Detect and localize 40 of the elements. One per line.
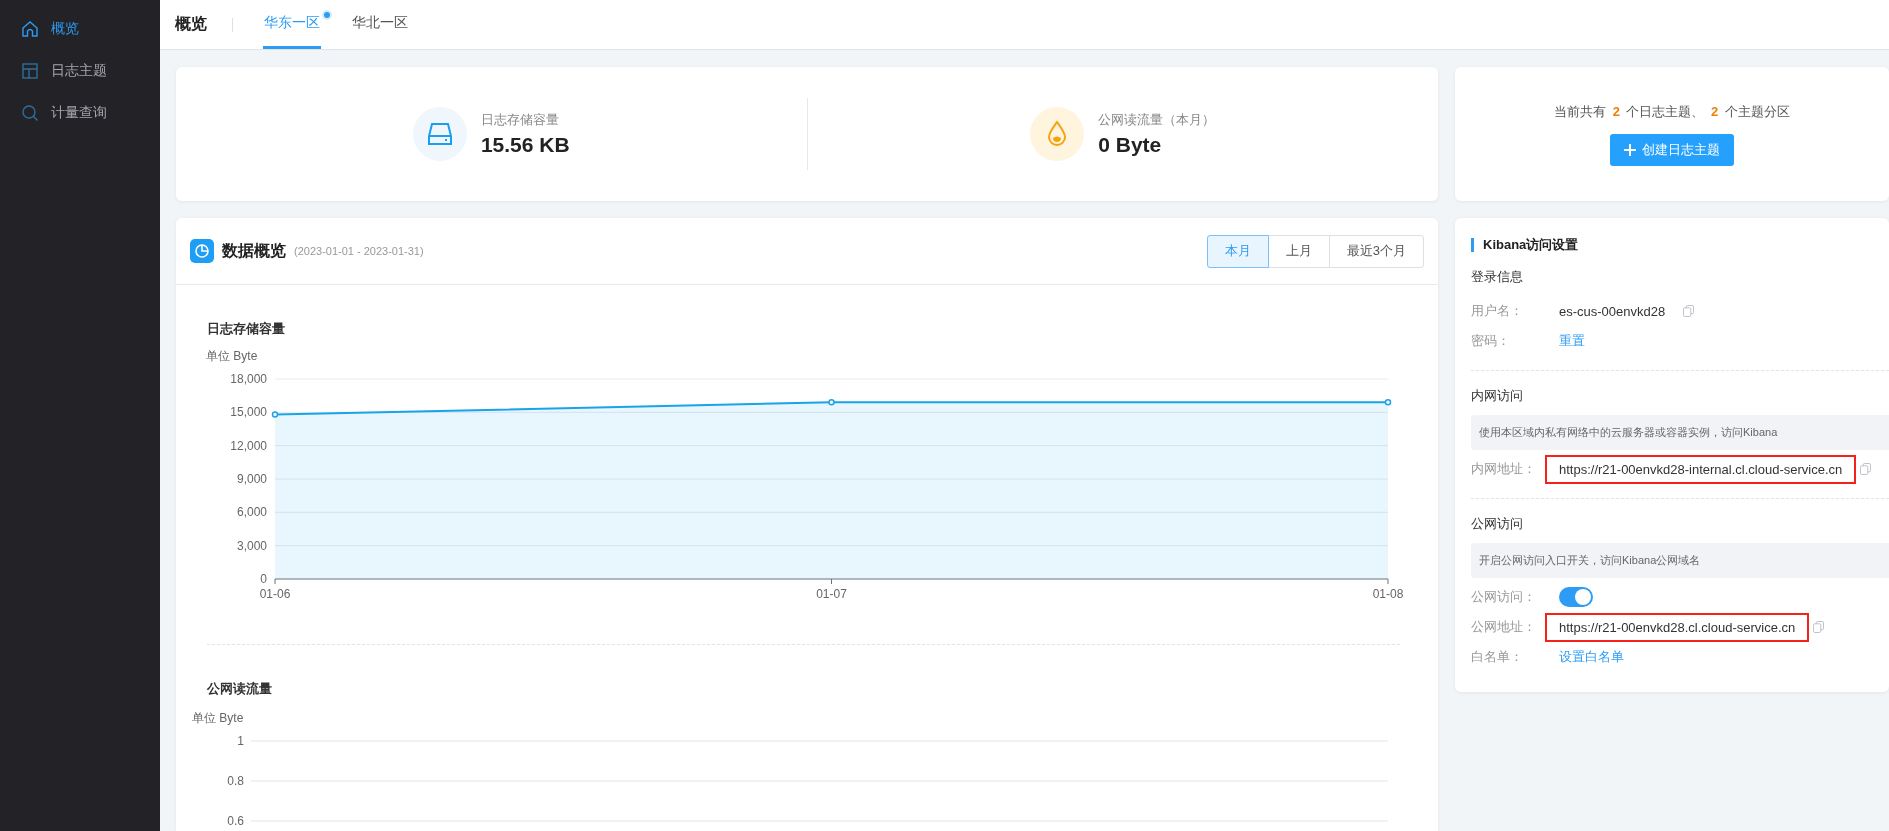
stat-label: 日志存储容量 <box>480 111 560 129</box>
section-heading: 公网访问 <box>1471 515 1524 533</box>
section-heading: 内网访问 <box>1471 387 1524 405</box>
chart-title: 日志存储容量 <box>207 320 286 338</box>
field-label: 公网地址： <box>1471 618 1537 636</box>
stat-value: 15.56 KB <box>480 133 570 157</box>
y-tick-label: 1 <box>237 734 244 748</box>
y-tick-label: 6,000 <box>236 505 267 520</box>
axis-unit: 单位 Byte <box>192 711 244 725</box>
date-range: (2023-01-01 - 2023-01-31) <box>294 245 424 257</box>
stat-label: 公网读流量（本月） <box>1098 111 1216 129</box>
x-tick-label: 01-08 <box>1372 587 1404 601</box>
page-title: 概览 <box>175 14 207 34</box>
y-tick-label: 0.6 <box>227 814 244 828</box>
field-label: 内网地址： <box>1471 460 1537 478</box>
y-tick-label: 18,000 <box>230 372 267 386</box>
section-title: 数据概览 <box>222 240 286 261</box>
y-tick-label: 15,000 <box>230 405 267 420</box>
y-tick-label: 9,000 <box>236 472 267 486</box>
info-note: 开启公网访问入口开关，访问Kibana公网域名 <box>1471 543 1889 578</box>
section-heading: 登录信息 <box>1471 268 1524 286</box>
stat-value: 0 Byte <box>1098 133 1163 157</box>
y-tick-label: 12,000 <box>230 438 267 453</box>
field-label: 密码： <box>1471 332 1511 350</box>
field-value: https://r21-00envkd28.cl.cloud-service.cn <box>1545 612 1810 642</box>
field-label: 用户名： <box>1471 302 1524 320</box>
y-tick-label: 0 <box>260 572 267 586</box>
field-label: 公网访问： <box>1471 588 1537 606</box>
panel-title: Kibana访问设置 <box>1471 238 1889 252</box>
chart-title: 公网读流量 <box>207 680 273 698</box>
y-tick-label: 0.8 <box>227 774 244 788</box>
field-label: 白名单： <box>1471 648 1524 666</box>
axis-unit: 单位 Byte <box>206 349 258 363</box>
y-tick-label: 3,000 <box>236 538 267 553</box>
field-value: es-cus-00envkd28 <box>1558 302 1667 321</box>
x-tick-label: 01-06 <box>259 587 291 601</box>
x-tick-label: 01-07 <box>816 587 847 601</box>
field-value: https://r21-00envkd28-internal.cl.cloud-service.cn <box>1545 454 1857 484</box>
summary-text: 当前共有 2 个日志主题、 2 个主题分区 <box>1554 102 1790 121</box>
info-note: 使用本区域内私有网络中的云服务器或容器实例，访问Kibana <box>1471 415 1889 450</box>
